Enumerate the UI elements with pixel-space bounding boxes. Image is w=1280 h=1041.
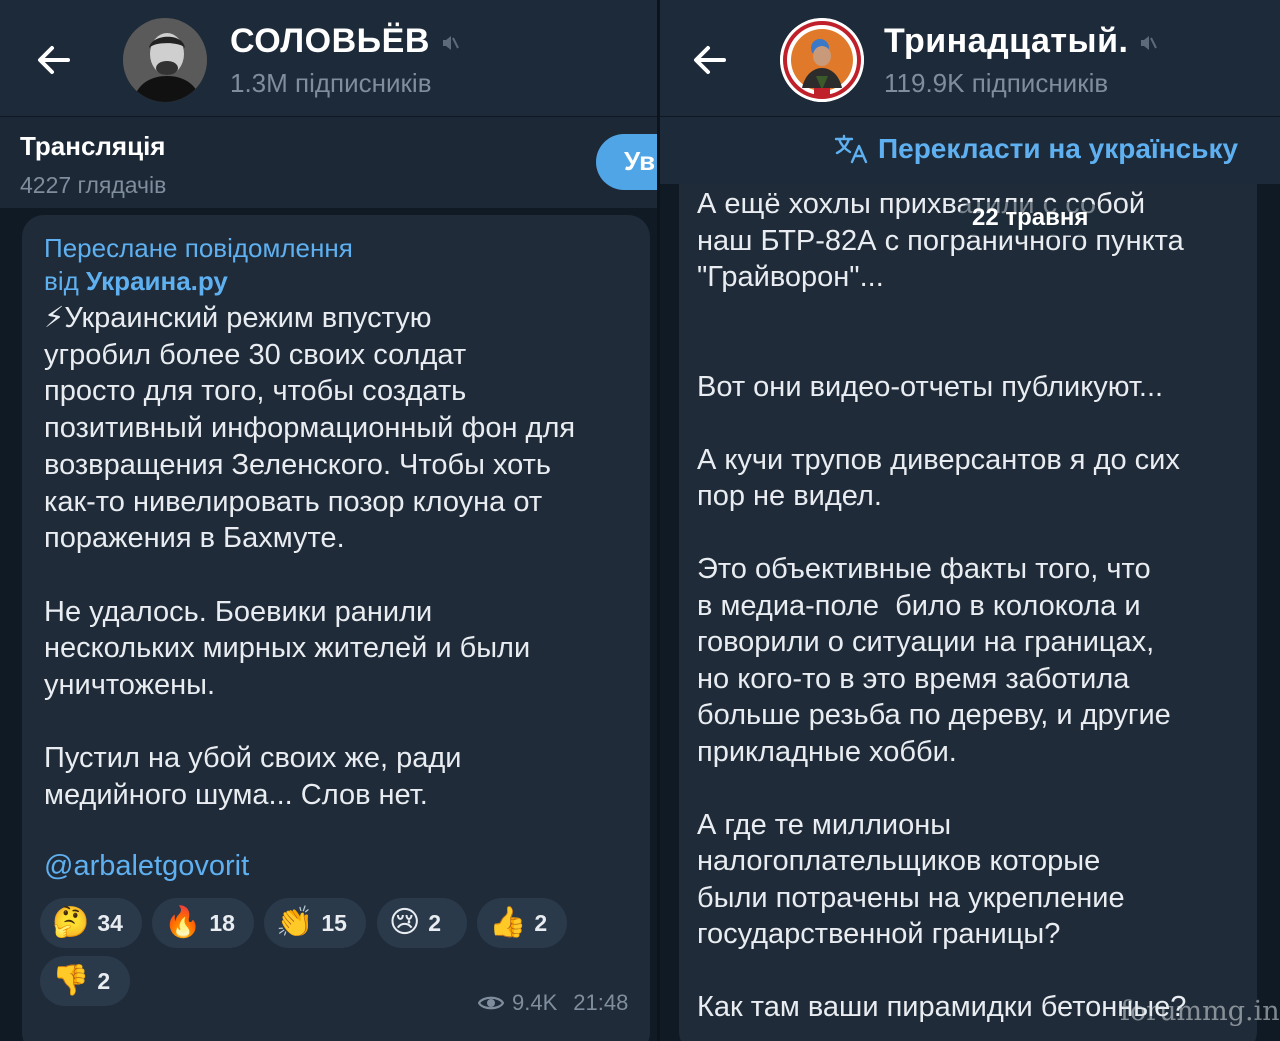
channel-name: СОЛОВЬЁВ xyxy=(230,22,430,60)
clapping-hands-icon: 👏 xyxy=(276,906,314,939)
live-stream-title: Трансляція xyxy=(20,131,166,161)
message-time: 21:48 xyxy=(573,990,629,1015)
eye-icon xyxy=(478,996,504,1010)
reaction-fire[interactable]: 🔥 18 xyxy=(152,898,254,948)
channel-name: Тринадцатый. xyxy=(884,22,1129,60)
reaction-count: 2 xyxy=(428,909,442,936)
fire-icon: 🔥 xyxy=(164,906,202,939)
message-text: А ещё хохлы прихватили с собой наш БТР-8… xyxy=(697,188,1187,1023)
reaction-thinking[interactable]: 🤔 34 xyxy=(40,898,142,948)
translate-button[interactable]: Перекласти на українську xyxy=(834,133,1238,165)
left-chat-panel: СОЛОВЬЁВ 1.3M підписників Трансляція 422… xyxy=(0,0,657,1041)
reaction-count: 15 xyxy=(321,909,347,936)
channel-title: СОЛОВЬЁВ xyxy=(230,22,460,61)
forwarded-from-prefix: від xyxy=(44,266,86,296)
channel-title: Тринадцатый. xyxy=(884,22,1158,61)
channel-header: СОЛОВЬЁВ 1.3M підписників xyxy=(0,0,657,116)
reaction-count: 2 xyxy=(97,967,111,994)
live-stream-bar[interactable]: Трансляція 4227 глядачів xyxy=(0,116,657,208)
subscriber-count: 119.9K підписників xyxy=(884,68,1109,98)
subscriber-count: 1.3M підписників xyxy=(230,68,432,98)
channel-avatar[interactable] xyxy=(123,18,207,102)
view-count: 9.4K xyxy=(512,990,558,1015)
forwarded-label: Переслане повідомлення xyxy=(44,233,353,263)
crying-face-icon: 😢 xyxy=(389,906,421,939)
message-text: ⚡Украинский режим впустую угробил более … xyxy=(44,302,576,812)
muted-speaker-icon xyxy=(442,36,459,51)
date-pill: 22 травня xyxy=(958,202,1103,236)
channel-avatar[interactable] xyxy=(780,18,864,102)
reaction-count: 18 xyxy=(209,909,235,936)
muted-speaker-icon xyxy=(1141,36,1158,51)
translate-icon xyxy=(834,134,868,164)
message-meta: 9.4K 21:48 xyxy=(478,990,628,1016)
live-viewer-count: 4227 глядачів xyxy=(20,172,167,198)
reaction-count: 34 xyxy=(97,909,123,936)
reaction-thumbs-down[interactable]: 👎 2 xyxy=(40,956,130,1006)
mention-link[interactable]: @arbaletgovorit xyxy=(44,850,249,883)
back-arrow-icon[interactable] xyxy=(690,40,730,80)
thumbs-up-icon: 👍 xyxy=(489,906,527,939)
translate-bar: Перекласти на українську xyxy=(660,116,1280,184)
reaction-count: 2 xyxy=(534,909,548,936)
forwarded-from[interactable]: від Украина.ру xyxy=(44,265,353,298)
reaction-thumbs-up[interactable]: 👍 2 xyxy=(477,898,567,948)
translate-label: Перекласти на українську xyxy=(878,133,1239,164)
site-watermark: forummg.info xyxy=(1120,996,1280,1027)
thumbs-down-icon: 👎 xyxy=(52,964,90,997)
forwarded-header[interactable]: Переслане повідомлення від Украина.ру xyxy=(44,232,353,298)
back-arrow-icon[interactable] xyxy=(34,40,74,80)
right-chat-panel: Тринадцатый. 119.9K підписників Переклас… xyxy=(660,0,1280,1041)
reaction-crying[interactable]: 😢 2 xyxy=(377,898,467,948)
reaction-clap[interactable]: 👏 15 xyxy=(264,898,366,948)
channel-header: Тринадцатый. 119.9K підписників xyxy=(660,0,1280,116)
thinking-face-icon: 🤔 xyxy=(52,906,90,939)
forwarded-source-name[interactable]: Украина.ру xyxy=(86,266,228,296)
